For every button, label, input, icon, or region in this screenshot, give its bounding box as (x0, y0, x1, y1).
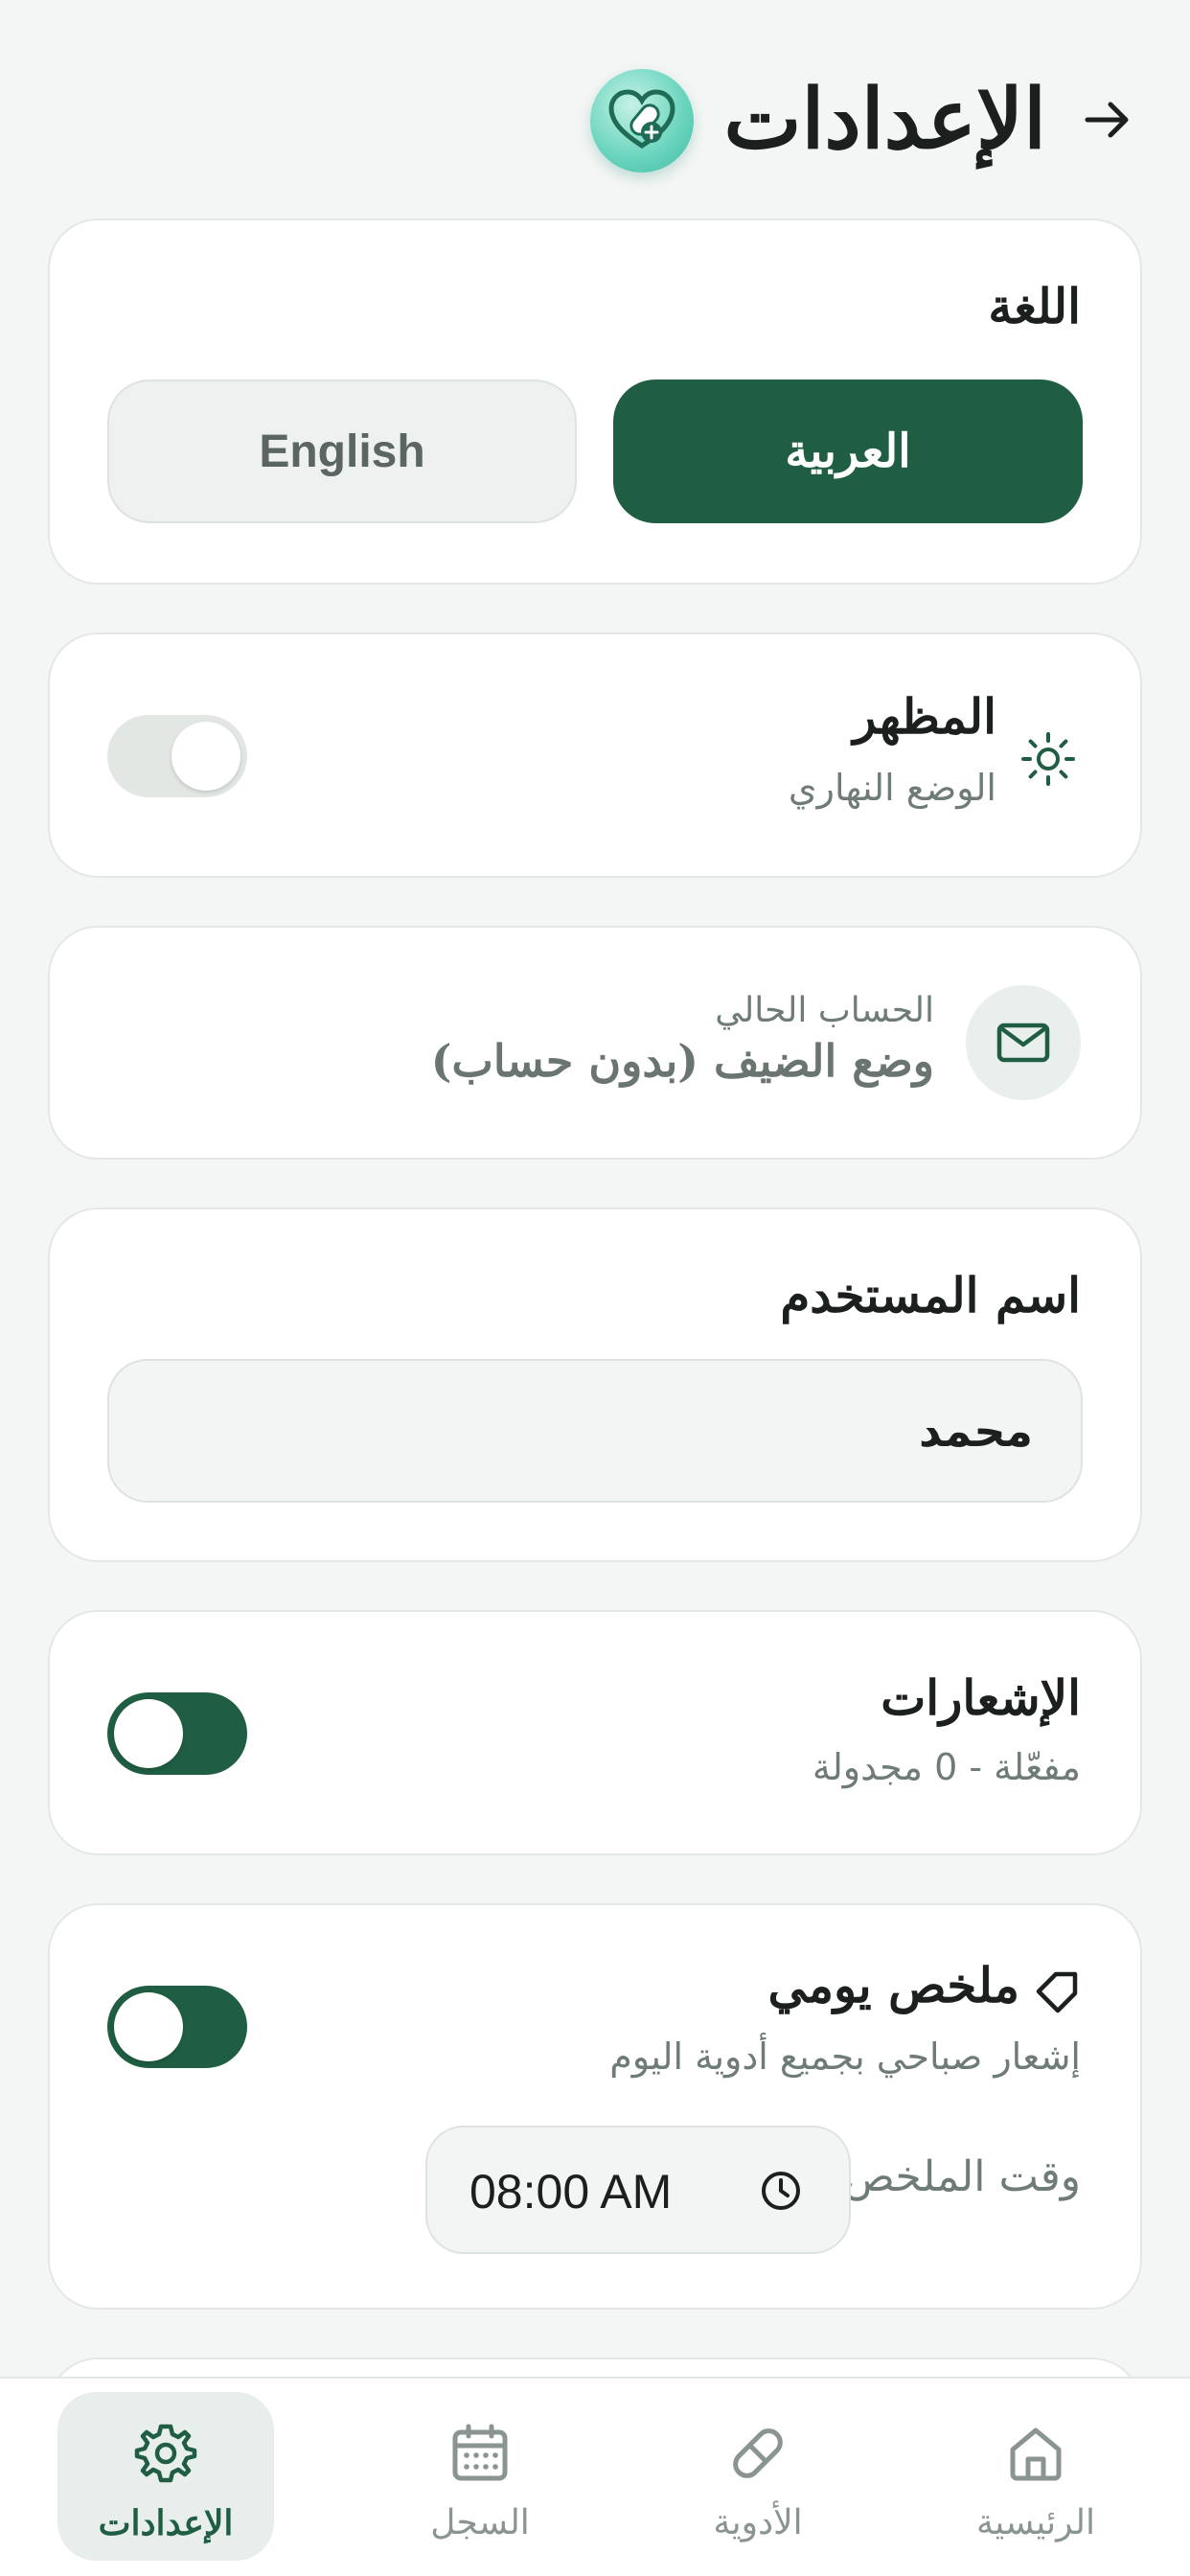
daily-summary-card: ملخص يومي إشعار صباحي بجميع أدوية اليوم … (48, 1903, 1142, 2310)
mail-icon-container (966, 985, 1081, 1100)
nav-home[interactable]: الرئيسية (927, 2392, 1144, 2561)
nav-history-label: السجل (430, 2503, 530, 2542)
page-title: الإعدادات (723, 71, 1046, 168)
settings-screen: الإعدادات اللغة العربية English المظهر ا… (0, 0, 1190, 2576)
bottom-navigation: الرئيسية الأدوية السجل الإعدادات (0, 2377, 1190, 2576)
toggle-knob (114, 1992, 183, 2061)
pill-icon (733, 2428, 783, 2478)
language-card: اللغة العربية English (48, 218, 1142, 585)
notifications-title: الإشعارات (881, 1669, 1081, 1726)
dark-mode-toggle[interactable] (107, 715, 247, 797)
arrow-right-icon[interactable] (1076, 89, 1137, 150)
arabic-language-button[interactable]: العربية (613, 380, 1083, 523)
appearance-title: المظهر (853, 688, 996, 745)
nav-history[interactable]: السجل (372, 2392, 588, 2561)
toggle-knob (114, 1699, 183, 1768)
nav-settings[interactable]: الإعدادات (57, 2392, 274, 2561)
username-title: اسم المستخدم (780, 1267, 1081, 1323)
notifications-subtitle: مفعّلة - 0 مجدولة (812, 1746, 1081, 1788)
notifications-card: الإشعارات مفعّلة - 0 مجدولة (48, 1610, 1142, 1855)
calendar-icon (452, 2424, 508, 2481)
notifications-toggle[interactable] (107, 1692, 247, 1775)
clock-icon (762, 2172, 800, 2210)
appearance-subtitle: الوضع النهاري (788, 767, 996, 809)
nav-medications[interactable]: الأدوية (650, 2392, 866, 2561)
heart-pill-logo (608, 89, 675, 149)
summary-time-picker[interactable]: 08:00 AM (425, 2126, 851, 2254)
summary-time-value: 08:00 AM (469, 2165, 673, 2219)
summary-time-label: وقت الملخص (843, 2152, 1081, 2201)
nav-settings-label: الإعدادات (98, 2503, 234, 2543)
appearance-card: المظهر الوضع النهاري (48, 632, 1142, 878)
toggle-knob (172, 722, 240, 791)
nav-medications-label: الأدوية (713, 2503, 803, 2542)
username-input[interactable]: محمد (107, 1359, 1083, 1503)
daily-summary-toggle[interactable] (107, 1986, 247, 2068)
mail-icon (996, 1023, 1050, 1063)
daily-summary-subtitle: إشعار صباحي بجميع أدوية اليوم (609, 2036, 1081, 2078)
header: الإعدادات (0, 58, 1190, 182)
sun-icon (1021, 732, 1075, 786)
tag-icon (1036, 1971, 1078, 2013)
username-card: اسم المستخدم محمد (48, 1208, 1142, 1562)
account-card: الحساب الحالي وضع الضيف (بدون حساب) (48, 926, 1142, 1160)
gear-icon (134, 2424, 197, 2483)
account-caption: الحساب الحالي (715, 991, 934, 1030)
home-icon (1010, 2427, 1062, 2481)
account-value: وضع الضيف (بدون حساب) (430, 1035, 934, 1087)
app-logo (590, 69, 694, 172)
language-title: اللغة (988, 278, 1081, 334)
english-language-button[interactable]: English (107, 380, 577, 523)
nav-home-label: الرئيسية (976, 2503, 1095, 2542)
daily-summary-title: ملخص يومي (767, 1957, 1019, 2013)
